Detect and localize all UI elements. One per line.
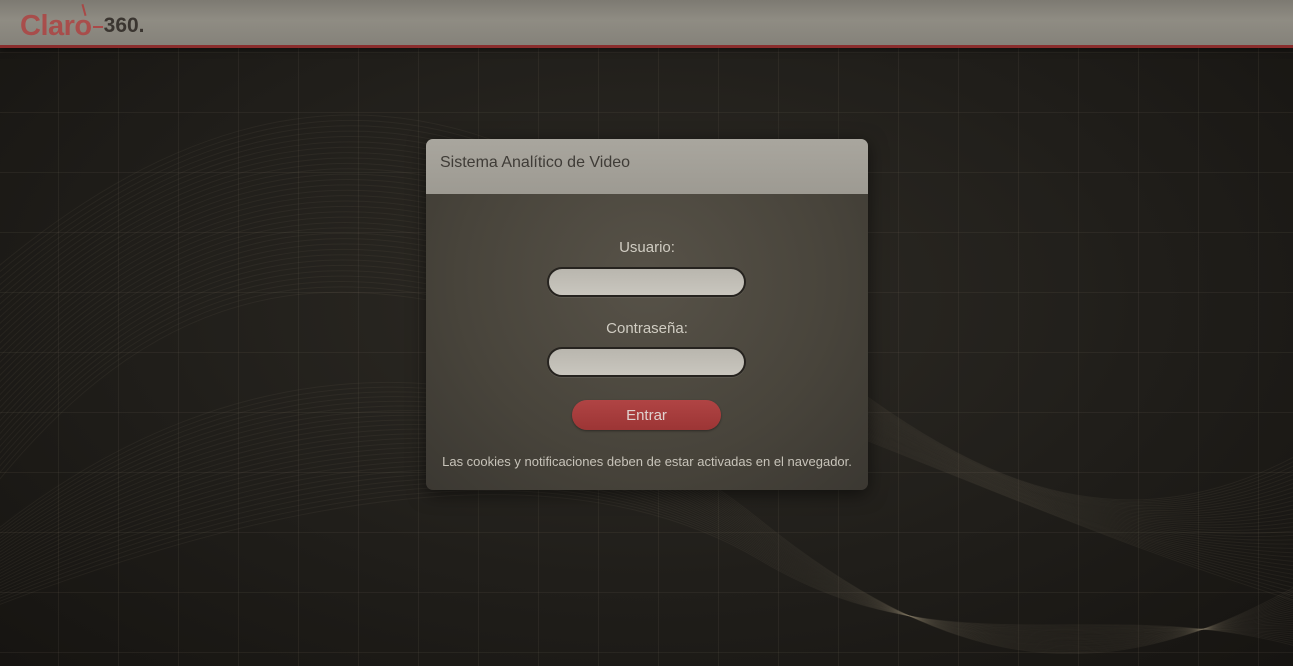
logo-dash	[92, 26, 103, 28]
username-label: Usuario:	[619, 239, 675, 256]
logo-brand-text: Claro	[20, 10, 92, 42]
password-input[interactable]	[547, 347, 746, 377]
password-label: Contraseña:	[606, 320, 688, 337]
login-submit-button[interactable]: Entrar	[572, 400, 721, 430]
claro-360-logo[interactable]: Claro 360.	[20, 3, 145, 42]
login-page: Claro 360. Sistema Analítico de Video Us…	[0, 0, 1293, 666]
dialog-title: Sistema Analítico de Video	[440, 154, 631, 171]
username-input[interactable]	[547, 267, 746, 297]
dialog-title-bar: Sistema Analítico de Video	[426, 139, 868, 194]
login-dialog: Sistema Analítico de Video Usuario: Cont…	[426, 139, 868, 490]
logo-suffix-text: 360.	[103, 14, 145, 37]
top-header-bar: Claro 360.	[0, 0, 1293, 48]
login-form: Usuario: Contraseña: Entrar Las cookies …	[426, 194, 868, 490]
cookies-notice: Las cookies y notificaciones deben de es…	[442, 454, 852, 469]
